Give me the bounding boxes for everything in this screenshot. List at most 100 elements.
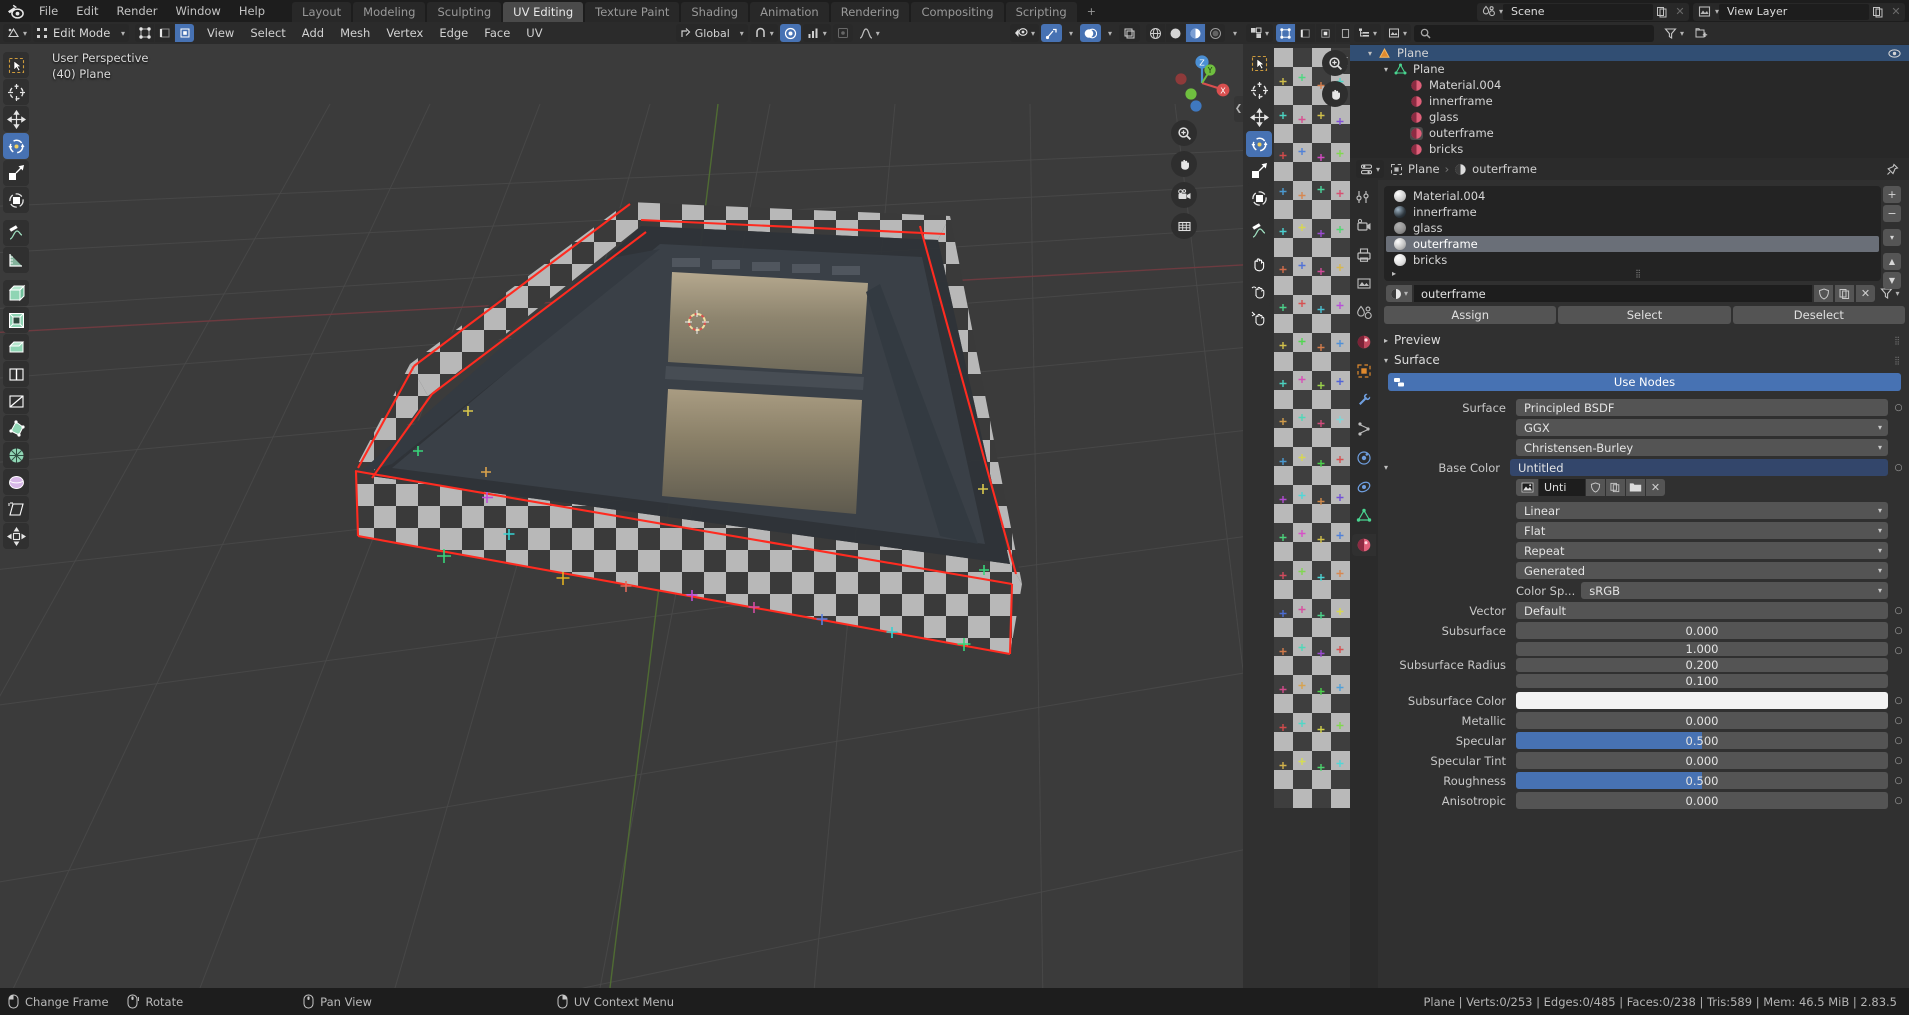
snap-magnet-button[interactable]: ▾ [749,24,778,42]
show-overlays-button[interactable] [1079,24,1101,42]
workspace-tab-modeling[interactable]: Modeling [353,2,426,22]
move-tool-icon[interactable] [3,106,29,132]
animate-property-decorator[interactable]: ○ [1892,642,1905,659]
material-slot-item[interactable]: innerframe [1386,204,1879,220]
animate-property-decorator[interactable]: ○ [1892,622,1905,639]
xray-toggle-button[interactable] [1118,24,1140,42]
particles-tab-icon[interactable] [1352,418,1376,440]
uv-editor-type-button[interactable]: ▾ [1246,24,1274,42]
outliner-filter-icon[interactable]: ▾ [1660,24,1688,42]
data-tab-icon[interactable] [1352,505,1376,527]
rip-region-tool-icon[interactable] [3,523,29,549]
visibility-selectability-button[interactable]: ▾ [1009,24,1039,42]
source-selector[interactable]: Generated ▾ [1516,562,1888,579]
constraints-tab-icon[interactable] [1352,476,1376,498]
blender-logo-icon[interactable] [0,0,30,22]
breadcrumb-object[interactable]: Plane [1408,162,1440,176]
uv-scale-tool-icon[interactable] [1246,158,1272,184]
pan-view-icon[interactable] [1171,151,1197,177]
list-resize-grip[interactable]: ⣿ [1396,269,1881,278]
assign-button[interactable]: Assign [1384,306,1557,324]
animate-property-decorator[interactable]: ○ [1892,732,1905,749]
wireframe-shading-icon[interactable] [1145,24,1165,42]
unlink-image-icon[interactable]: ✕ [1646,479,1665,496]
material-slot-specials-button[interactable]: ▾ [1883,229,1901,246]
solid-shading-icon[interactable] [1165,24,1185,42]
base-color-input-selector[interactable]: Untitled [1510,459,1888,476]
specular-slider[interactable]: 0.500 [1516,732,1888,749]
inset-faces-tool-icon[interactable] [3,307,29,333]
menu-edit[interactable]: Edit [67,0,107,22]
gizmo-chevron-icon[interactable]: ▾ [1069,29,1073,38]
transform-tool-icon[interactable] [3,187,29,213]
show-gizmo-button[interactable] [1040,24,1062,42]
image-fake-user-icon[interactable] [1586,479,1605,496]
delete-scene-icon[interactable]: ✕ [1671,3,1689,21]
animate-property-decorator[interactable]: ○ [1892,792,1905,809]
duplicate-material-icon[interactable] [1835,285,1854,302]
subsurface-color-swatch[interactable] [1516,692,1888,709]
overlays-chevron-icon[interactable]: ▾ [1108,29,1112,38]
uv-vertex-select-icon[interactable] [1276,24,1296,42]
object-tab-icon[interactable] [1352,360,1376,382]
cursor-tool-icon[interactable] [3,79,29,105]
outliner-item-glass[interactable]: glass [1350,109,1909,125]
navigation-gizmo[interactable]: Z Y X [1171,52,1233,114]
outliner-editor-type-button[interactable]: ▾ [1354,24,1382,42]
expand-triangle-icon[interactable]: ▾ [1384,65,1388,74]
subsurface-method-selector[interactable]: Christensen-Burley ▾ [1516,439,1888,456]
image-name-input[interactable]: Unti [1539,479,1585,496]
scene-selector[interactable]: ▾ Scene ✕ [1476,2,1689,21]
uv-transform-tool-icon[interactable] [1246,185,1272,211]
uv-pan-icon[interactable] [1322,81,1348,107]
outliner-item-innerframe[interactable]: innerframe [1350,93,1909,109]
subsurface-slider[interactable]: 0.000 [1516,622,1888,639]
deselect-button[interactable]: Deselect [1732,306,1905,324]
output-tab-icon[interactable] [1352,244,1376,266]
uv-tweak-tool-icon[interactable] [1246,50,1272,76]
interpolation-selector[interactable]: Linear ▾ [1516,502,1888,519]
menu-render[interactable]: Render [108,0,167,22]
transform-orientation-selector[interactable]: Global ▾ [675,24,748,42]
color-space-selector[interactable]: sRGB ▾ [1581,582,1888,599]
3d-viewport[interactable]: User Perspective (40) Plane Z Y X ❮ [0,44,1243,988]
edge-select-mode-icon[interactable] [155,24,175,42]
material-preview-shading-icon[interactable] [1185,24,1205,42]
annotate-tool-icon[interactable] [3,220,29,246]
poly-build-tool-icon[interactable] [3,415,29,441]
zoom-view-icon[interactable] [1171,120,1197,146]
world-tab-icon[interactable] [1352,331,1376,353]
physics-tab-icon[interactable] [1352,447,1376,469]
vertex-select-mode-icon[interactable] [135,24,155,42]
viewport-menu-uv[interactable]: UV [519,24,549,42]
preview-section-header[interactable]: ▸ Preview ⣿ [1384,330,1905,350]
distribution-selector[interactable]: GGX ▾ [1516,419,1888,436]
uv-cursor-tool-icon[interactable] [1246,77,1272,103]
outliner-item-plane-mesh[interactable]: ▾ Plane [1350,61,1909,77]
anisotropic-slider[interactable]: 0.000 [1516,792,1888,809]
browse-material-button[interactable]: ▾ [1386,285,1412,302]
rendered-shading-icon[interactable] [1205,24,1225,42]
outliner-item-material-004[interactable]: Material.004 [1350,77,1909,93]
extension-selector[interactable]: Repeat ▾ [1516,542,1888,559]
scale-tool-icon[interactable] [3,160,29,186]
subsurface-radius-z[interactable]: 0.100 [1516,674,1888,688]
use-nodes-button[interactable]: Use Nodes [1388,373,1901,391]
workspace-tab-compositing[interactable]: Compositing [911,2,1004,22]
shear-tool-icon[interactable] [3,496,29,522]
shading-chevron-icon[interactable]: ▾ [1233,29,1237,38]
mode-selector[interactable]: Edit Mode ▾ [33,24,130,42]
uv-face-select-icon[interactable] [1316,24,1336,42]
add-workspace-button[interactable]: + [1079,2,1104,22]
bevel-tool-icon[interactable] [3,334,29,360]
viewport-menu-select[interactable]: Select [243,24,292,42]
uv-canvas[interactable] [1274,48,1350,808]
add-material-slot-button[interactable]: + [1883,186,1901,203]
subsurface-radius-y[interactable]: 0.200 [1516,658,1888,672]
viewport-menu-edge[interactable]: Edge [432,24,475,42]
surface-section-header[interactable]: ▾ Surface ⣿ [1384,350,1905,370]
outliner-new-collection-icon[interactable] [1691,24,1712,42]
view-layer-name-field[interactable]: View Layer [1719,3,1869,20]
delete-view-layer-icon[interactable]: ✕ [1887,3,1905,21]
vector-selector[interactable]: Default [1516,602,1888,619]
